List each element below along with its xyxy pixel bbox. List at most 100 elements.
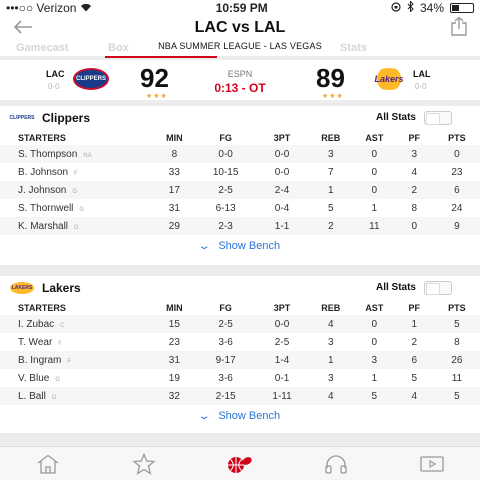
col-min: MIN [166,302,183,313]
table-row[interactable]: S. Thompson NA 8 0-0 0-0 3 0 3 0 [0,145,480,163]
col-fg: FG [219,132,232,143]
stat-reb: 3 [307,145,354,163]
away-rating-stars: ★★★ [322,93,344,100]
player-name[interactable]: T. Wear F [0,333,154,351]
stat-3pt: 0-0 [256,163,307,181]
page-title: LAC vs LAL [194,19,286,36]
table-row[interactable]: S. Thornwell G 31 6-13 0-4 5 1 8 24 [0,199,480,217]
status-bar: •••○○ Verizon 10:59 PM 34% [0,0,480,16]
stat-3pt: 2-5 [256,333,307,351]
stat-min-value: 15 [168,318,180,330]
player-name[interactable]: V. Blue G [0,369,154,387]
stat-pf: 4 [395,163,434,181]
stat-pf: 2 [394,181,434,199]
lakers-show-bench-button[interactable]: ⌄ Show Bench [0,405,480,427]
player-name-value: J. Johnson [18,184,67,196]
stat-ast: 0 [353,315,395,333]
stat-fg-value: 6-13 [215,202,236,214]
home-icon[interactable] [28,449,68,479]
stat-fg: 3-6 [195,369,257,387]
stat-min: 31 [154,199,195,217]
stat-reb: 7 [308,163,354,181]
game-clock: 0:13 - OT [214,81,266,95]
stat-fg: 2-3 [194,217,257,235]
stat-pf-value: 2 [411,184,418,196]
stat-fg-value: 3-6 [218,372,233,384]
all-stats-label: All Stats [375,282,416,293]
battery-icon [450,3,474,13]
scores-icon[interactable] [220,449,260,479]
all-stats-toggle[interactable] [424,281,452,295]
stat-reb: 2 [307,217,354,235]
stat-pf-value: 5 [411,372,418,384]
player-name[interactable]: S. Thompson NA [0,145,154,163]
back-arrow-icon[interactable] [12,15,36,41]
stat-min-value: 29 [168,220,180,232]
clippers-show-bench-button[interactable]: ⌄ Show Bench [0,235,480,257]
player-name[interactable]: S. Thornwell G [0,199,154,217]
table-row[interactable]: J. Johnson G 17 2-5 2-4 1 0 2 6 [0,181,480,199]
player-name-value: B. Ingram [18,354,62,366]
stat-pts: 26 [433,351,480,369]
show-bench-label: Show Bench [218,410,281,422]
player-name[interactable]: K. Marshall G [0,217,154,235]
stat-fg-value: 10-15 [212,166,239,178]
table-row[interactable]: B. Johnson F 33 10-15 0-0 7 0 4 23 [0,163,480,181]
stat-min: 15 [153,315,195,333]
stat-ast: 11 [353,217,395,235]
player-name[interactable]: B. Ingram F [0,351,154,369]
all-stats-toggle[interactable] [424,111,452,125]
player-name-value: L. Ball [18,390,46,402]
stat-fg: 10-15 [195,163,257,181]
table-row[interactable]: V. Blue G 19 3-6 0-1 3 1 5 11 [0,369,480,387]
player-name[interactable]: B. Johnson F [0,163,154,181]
stat-min: 17 [153,181,195,199]
video-icon[interactable] [412,449,452,479]
col-fg: FG [219,302,232,313]
col-pf: PF [408,302,421,313]
stat-pts-value: 5 [454,318,460,330]
player-name[interactable]: L. Ball G [0,387,154,405]
stat-pf-value: 4 [411,166,418,178]
star-icon[interactable] [124,449,164,479]
stat-3pt: 1-4 [256,351,308,369]
col-min: MIN [166,132,183,143]
stat-ast: 3 [353,351,395,369]
stat-pts: 9 [433,217,480,235]
stat-3pt-value: 2-4 [274,184,290,196]
stat-ast-value: 11 [369,220,380,232]
audio-icon[interactable] [316,449,356,479]
table-row[interactable]: I. Zubac C 15 2-5 0-0 4 0 1 5 [0,315,480,333]
team-name: Clippers [42,111,91,125]
player-name-value: K. Marshall [18,220,69,232]
player-name-value: V. Blue [18,372,50,384]
chevron-down-icon: ⌄ [197,410,211,422]
stat-pts: 5 [433,315,480,333]
col-reb: REB [321,302,341,313]
stat-fg: 3-6 [195,333,257,351]
stat-ast: 0 [354,333,395,351]
table-row[interactable]: T. Wear F 23 3-6 2-5 3 0 2 8 [0,333,480,351]
stat-3pt-value: 1-4 [274,354,290,366]
stat-3pt-value: 2-5 [274,336,290,348]
player-name[interactable]: I. Zubac C [0,315,154,333]
share-icon[interactable] [444,16,468,41]
stat-pf: 2 [395,333,434,351]
carrier-label: •••○○ Verizon [6,1,77,15]
stat-pts-value: 6 [454,184,460,196]
lakers-boxscore: LAKERS Lakers All Stats STARTERS MIN FG … [0,276,480,433]
lakers-header: LAKERS Lakers All Stats [0,276,480,300]
stat-3pt: 2-4 [256,181,308,199]
table-row[interactable]: K. Marshall G 29 2-3 1-1 2 11 0 9 [0,217,480,235]
player-name[interactable]: J. Johnson G [0,181,154,199]
stat-3pt: 0-0 [256,145,308,163]
stat-ast-value: 3 [371,354,378,366]
player-position: G [74,224,79,231]
stat-fg-value: 2-3 [218,220,233,232]
col-ast: AST [365,132,384,143]
all-stats-label: All Stats [375,112,416,123]
table-row[interactable]: L. Ball G 32 2-15 1-11 4 5 4 5 [0,387,480,405]
stat-reb-value: 7 [327,166,334,178]
stat-pf-value: 4 [411,390,418,402]
table-row[interactable]: B. Ingram F 31 9-17 1-4 1 3 6 26 [0,351,480,369]
